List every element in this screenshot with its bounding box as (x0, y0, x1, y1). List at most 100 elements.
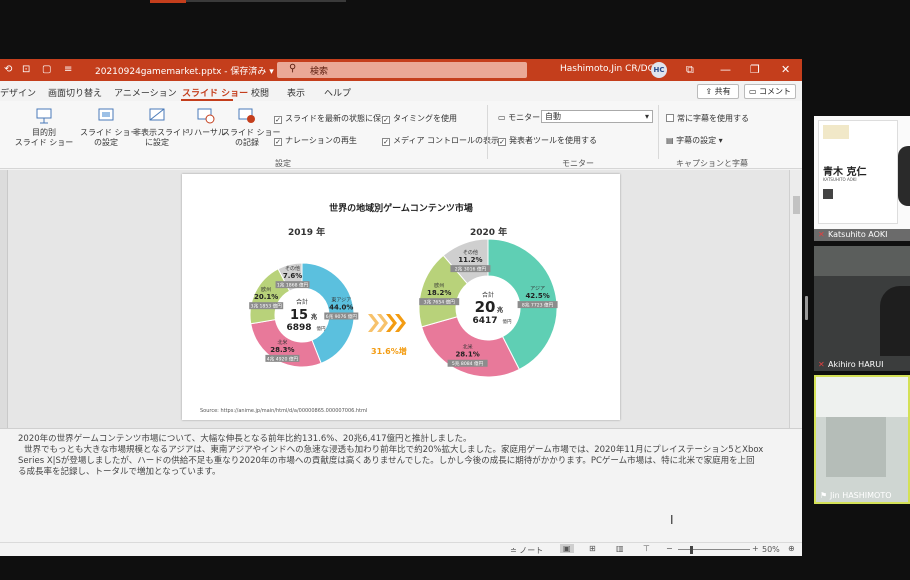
reading-view-icon[interactable]: ▥ (616, 544, 624, 553)
slice-category-label: その他 (463, 249, 478, 256)
top-line (186, 0, 346, 2)
monitor-group-label: モニター (562, 159, 594, 168)
participant-video (898, 146, 910, 206)
muted-mic-icon: ✕ (818, 360, 825, 369)
keep-updated-checkbox[interactable]: ✓ スライドを最新の状態に保つ (274, 113, 389, 124)
slice-amount-label: 8兆 7723 億円 (522, 302, 554, 309)
slice-category-label: 欧州 (261, 286, 271, 293)
zoom-level[interactable]: 50% (762, 545, 780, 554)
monitor-label: ▭ モニター: (498, 113, 543, 122)
total-trillion-unit: 兆 (497, 306, 503, 314)
slide-canvas[interactable]: 東アジア 44.0% 6兆 9076 億円 北米 28.3% 4兆 4920 億円 欧州 20… (182, 174, 620, 420)
slice-amount-label: 5兆 8084 億円 (452, 360, 484, 367)
customize-qat-icon[interactable]: ≡ (64, 64, 72, 76)
company-logo (823, 125, 849, 139)
slice-category-label: 北米 (277, 339, 287, 346)
participant-tile[interactable]: ✕ Akihiro HARUI (814, 246, 910, 371)
tab-help[interactable]: ヘルプ (324, 86, 351, 99)
slide-sorter-icon[interactable]: ⊞ (589, 544, 596, 553)
slice-category-label: 北米 (463, 344, 473, 351)
normal-view-icon[interactable]: ▣ (560, 544, 574, 553)
show-media-controls-checkbox[interactable]: ✓ メディア コントロールの表示 (382, 135, 499, 146)
total-oku: 6898 (286, 323, 311, 333)
total-oku-unit: 億円 (503, 318, 512, 325)
slice-percent-label: 11.2% (458, 256, 482, 264)
participant-video (880, 286, 910, 356)
present-icon[interactable]: ⊡ (22, 64, 30, 76)
slice-amount-label: 3兆 7654 億円 (424, 299, 456, 306)
participant-tile[interactable]: 青木 克仁 KATSUHITO AOKI ✕ Katsuhito AOKI (814, 116, 910, 241)
close-icon[interactable]: ✕ (781, 63, 790, 76)
card-romaji: KATSUHITO AOKI (823, 177, 857, 182)
user-name: Hashimoto,Jin CR/DG (560, 64, 655, 74)
undo-icon[interactable]: ⟲ (4, 64, 12, 76)
speaker-notes[interactable]: 2020年の世界ゲームコンテンツ市場について、大幅な伸長となる前年比約131.6… (0, 428, 802, 542)
notes-line: Series X|Sが登場しましたが、ハードの供給不足も重なり2020年の市場へ… (18, 456, 755, 466)
participant-video (814, 246, 910, 276)
search-box[interactable]: ⚲ 検索 (277, 62, 527, 78)
new-file-icon[interactable]: ▢ (42, 64, 51, 76)
always-subtitles-checkbox[interactable]: 常に字幕を使用する (666, 113, 749, 124)
slice-percent-label: 28.1% (455, 351, 479, 359)
participant-video (816, 377, 908, 417)
slice-percent-label: 20.1% (254, 293, 278, 301)
participant-tile-active[interactable]: ⚑ Jin HASHIMOTO (814, 375, 910, 504)
use-timings-checkbox[interactable]: ✓ タイミングを使用 (382, 113, 457, 124)
tab-animations[interactable]: アニメーション (114, 86, 177, 99)
share-button[interactable]: ⇪ 共有 (697, 84, 739, 99)
vertical-scrollbar[interactable] (789, 170, 802, 428)
notes-toggle[interactable]: ≐ ノート (510, 545, 543, 556)
zoom-in-icon[interactable]: + (752, 544, 759, 553)
total-trillion: 20 (475, 298, 496, 316)
slice-percent-label: 7.6% (283, 272, 302, 280)
presenter-view-checkbox[interactable]: ✓ 発表者ツールを使用する (498, 135, 597, 146)
slice-category-label: 欧州 (434, 282, 444, 289)
hide-slide-button[interactable]: 非表示スライド に設定 (133, 107, 189, 148)
notes-line: 世界でもっとも大きな市場規模となるアジアは、東南アジアやインドへの急速な浸透も加… (24, 445, 764, 455)
title-bar: ⟲ ⊡ ▢ ≡ 20210924gamemarket.pptx - 保存済み ▾… (0, 59, 802, 81)
zoom-out-icon[interactable]: − (666, 544, 673, 553)
slice-amount-label: 3兆 1853 億円 (251, 303, 283, 310)
total-oku-unit: 億円 (317, 325, 326, 332)
setup-show-icon (98, 108, 114, 121)
year-2019-label: 2019 年 (288, 228, 326, 238)
total-trillion: 15 (290, 308, 308, 323)
minimize-icon[interactable]: — (720, 63, 731, 76)
rehearse-icon (197, 108, 215, 124)
total-trillion-unit: 兆 (311, 313, 317, 321)
slice-category-label: その他 (285, 265, 300, 272)
ribbon: 目的別 スライド ショー スライド ショー の設定 非表示スライド に設定 リハ… (0, 101, 802, 169)
tab-slideshow[interactable]: スライド ショー (182, 86, 248, 99)
subtitle-settings-button[interactable]: ▤ 字幕の設定 ▾ (666, 135, 723, 146)
ribbon-display-icon[interactable]: ⧉ (686, 63, 694, 77)
zoom-slider[interactable] (678, 549, 750, 550)
slice-category-label: 東アジア (331, 297, 351, 304)
tab-view[interactable]: 表示 (287, 86, 305, 99)
record-button[interactable]: スライド ショー の記録 (222, 107, 281, 148)
scrollbar-thumb[interactable] (793, 196, 800, 214)
search-icon: ⚲ (289, 63, 297, 74)
avatar[interactable]: HC (651, 62, 667, 78)
notes-line: 2020年の世界ゲームコンテンツ市場について、大幅な伸長となる前年比約131.6… (18, 434, 472, 444)
tab-design[interactable]: デザイン (0, 86, 36, 99)
play-narrations-checkbox[interactable]: ✓ ナレーションの再生 (274, 135, 357, 146)
tab-transitions[interactable]: 画面切り替え (48, 86, 102, 99)
setup-show-button[interactable]: スライド ショー の設定 (80, 107, 139, 148)
tab-review[interactable]: 校閲 (251, 86, 269, 99)
setup-group-label: 設定 (275, 159, 291, 168)
slice-percent-label: 28.3% (270, 346, 294, 354)
panel-divider-handle[interactable] (805, 296, 808, 320)
ribbon-tabs: デザイン 画面切り替え アニメーション スライド ショー 校閲 表示 ヘルプ ⇪… (0, 81, 802, 101)
monitor-select[interactable]: 自動 ▾ (541, 110, 653, 123)
hide-slide-icon (149, 108, 165, 121)
comment-button[interactable]: ▭ コメント (744, 84, 796, 99)
zoom-slider-thumb[interactable] (690, 546, 693, 554)
fit-slide-icon[interactable]: ⊕ (788, 544, 795, 553)
total-oku: 6417 (472, 316, 497, 326)
custom-show-button[interactable]: 目的別 スライド ショー (14, 107, 74, 148)
growth-arrow-chevron (368, 314, 379, 332)
rehearse-button[interactable]: リハーサル (186, 107, 226, 138)
restore-icon[interactable]: ❐ (750, 63, 760, 76)
search-input[interactable]: 検索 (310, 64, 328, 77)
slideshow-view-icon[interactable]: ⊤ (643, 544, 650, 553)
